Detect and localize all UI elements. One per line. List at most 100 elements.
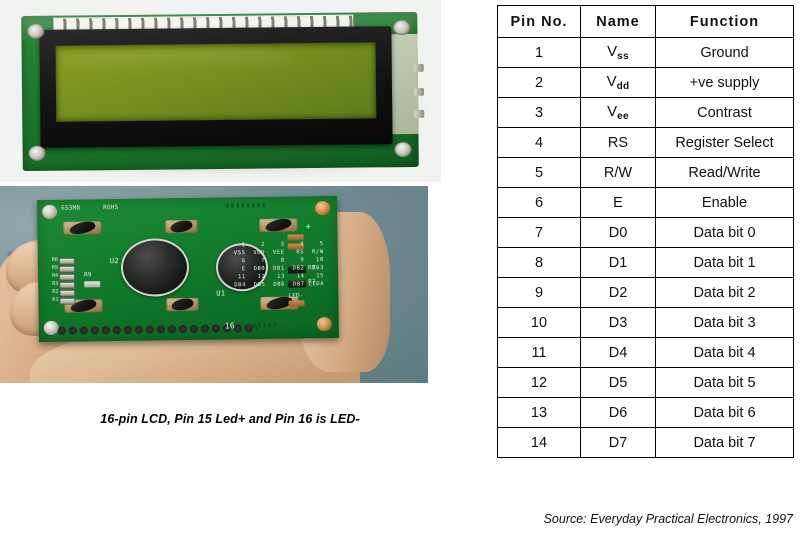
cell-pin-name: D5 xyxy=(580,367,656,398)
cell-pin-name: D7 xyxy=(580,427,656,458)
resistor-label-r6: R6 xyxy=(51,256,58,263)
column-header-pin-no: Pin No. xyxy=(497,5,581,38)
pinout-table-container: Pin No. Name Function 1 Vss Ground 2 Vdd +ve … xyxy=(497,5,794,458)
chip-label-u2: U2 xyxy=(109,256,119,266)
table-row: 6 E Enable xyxy=(497,187,794,218)
cell-pin-number: 14 xyxy=(497,427,581,458)
cell-pin-number: 1 xyxy=(497,37,581,68)
lcd-screen xyxy=(55,42,377,122)
resistor-label-r5: R5 xyxy=(51,264,59,271)
silkscreen-marking: 653M8 xyxy=(61,204,81,212)
cell-pin-name: Vss xyxy=(580,37,656,68)
resistor-label-r3: R3 xyxy=(52,280,59,287)
mounting-hole-top-left xyxy=(27,23,45,40)
silkscreen-pin-map: 1 2 3 4 5 VSS VDD VEE RS R/W 6 7 8 9 10 … xyxy=(233,241,325,289)
cell-pin-number: 10 xyxy=(497,307,581,338)
pin-name-with-subscript: Vss xyxy=(607,43,629,62)
cell-pin-number: 6 xyxy=(497,187,581,218)
source-note: Source: Everyday Practical Electronics, … xyxy=(543,512,793,526)
cell-pin-name: Vdd xyxy=(580,67,656,98)
cell-pin-number: 2 xyxy=(497,67,581,98)
pin-16-marking: 16 xyxy=(224,321,235,331)
cell-pin-name: D3 xyxy=(580,307,656,338)
mounting-hole-bottom-left xyxy=(28,145,46,162)
cell-function: Data bit 0 xyxy=(655,217,794,248)
cell-function: Read/Write xyxy=(655,157,794,188)
resistor-label-r2: R2 xyxy=(52,288,59,295)
cell-function: Ground xyxy=(655,37,794,68)
photo-caption: 16-pin LCD, Pin 15 Led+ and Pin 16 is LE… xyxy=(100,412,360,426)
solder-pad-bc xyxy=(166,295,199,313)
rear-hole-bottom-right xyxy=(316,316,332,332)
column-header-name: Name xyxy=(580,5,656,38)
lcd-bezel xyxy=(39,26,393,148)
silkscreen-part-number: ▮▮▮▮▮▮▮▮ xyxy=(225,200,267,210)
table-row: 8 D1 Data bit 1 xyxy=(497,247,794,278)
cell-function: Data bit 6 xyxy=(655,397,794,428)
cell-pin-number: 11 xyxy=(497,337,581,368)
silkscreen-bottom-text: ▮▮▮▮▮▮ xyxy=(246,320,279,330)
table-row: 7 D0 Data bit 0 xyxy=(497,217,794,248)
cell-pin-number: 5 xyxy=(497,157,581,188)
table-row: 10 D3 Data bit 3 xyxy=(497,307,794,338)
table-row: 13 D6 Data bit 6 xyxy=(497,397,794,428)
mounting-hole-bottom-right xyxy=(394,141,412,158)
led-plus-label: + xyxy=(305,222,312,233)
lcd-front-photo xyxy=(0,0,441,182)
side-pin-lower xyxy=(414,109,425,118)
smd-copper-lower xyxy=(288,300,305,307)
cell-pin-name: E xyxy=(580,187,656,218)
led-minus-label: LED- xyxy=(288,292,304,300)
mounting-hole-top-right xyxy=(393,20,411,36)
cell-pin-number: 9 xyxy=(497,277,581,308)
cell-function: Contrast xyxy=(655,97,794,128)
lcd-rear-in-hand-photo: 653M8 ROHS ▮▮▮▮▮▮▮▮ U2 U1 R6 R5 R4 R3 R2… xyxy=(0,186,428,383)
cell-pin-number: 3 xyxy=(497,97,581,128)
rear-hole-top-right xyxy=(315,201,331,216)
cell-pin-name: D6 xyxy=(580,397,656,428)
table-row: 1 Vss Ground xyxy=(497,37,794,68)
screen-gloss xyxy=(68,47,293,73)
solder-pad-tr xyxy=(259,215,298,234)
pin-name-with-subscript: Vdd xyxy=(606,73,630,92)
silkscreen-rohs: ROHS xyxy=(103,203,119,212)
cell-pin-name: D0 xyxy=(580,217,656,248)
cell-function: Data bit 5 xyxy=(655,367,794,398)
table-row: 12 D5 Data bit 5 xyxy=(497,367,794,398)
cell-pin-name: D4 xyxy=(580,337,656,368)
cell-function: Data bit 7 xyxy=(655,427,794,458)
column-header-function: Function xyxy=(655,5,794,38)
table-row: 2 Vdd +ve supply xyxy=(497,67,794,98)
resistor-label-r9: R9 xyxy=(84,271,92,279)
cob-chip-u2 xyxy=(120,237,190,297)
cell-pin-name: Vee xyxy=(580,97,656,128)
photo-column: 653M8 ROHS ▮▮▮▮▮▮▮▮ U2 U1 R6 R5 R4 R3 R2… xyxy=(0,0,490,540)
resistor-r9-body xyxy=(84,281,101,288)
cell-pin-number: 13 xyxy=(497,397,581,428)
cell-function: Data bit 1 xyxy=(655,247,794,278)
cell-pin-number: 8 xyxy=(497,247,581,278)
rear-hole-top-left xyxy=(42,204,58,220)
side-pin-upper xyxy=(413,63,424,72)
pin-name-subscript: ss xyxy=(617,50,629,62)
lcd-front-pcb xyxy=(21,11,425,172)
cell-pin-name: R/W xyxy=(580,157,656,188)
cell-pin-number: 4 xyxy=(497,127,581,158)
pcb-right-strip xyxy=(391,33,419,135)
solder-pad-tl xyxy=(63,218,102,237)
pin-name-subscript: dd xyxy=(616,80,630,92)
table-row: 11 D4 Data bit 4 xyxy=(497,337,794,368)
cell-function: +ve supply xyxy=(655,67,794,98)
cell-function: Data bit 2 xyxy=(655,277,794,308)
side-pin-mid xyxy=(413,87,425,96)
cell-function: Data bit 3 xyxy=(655,307,794,338)
resistor-label-r4: R4 xyxy=(52,272,59,279)
table-row: 9 D2 Data bit 2 xyxy=(497,277,794,308)
table-row: 5 R/W Read/Write xyxy=(497,157,794,188)
cell-pin-name: D1 xyxy=(580,247,656,278)
cell-function: Enable xyxy=(655,187,794,218)
table-row: 4 RS Register Select xyxy=(497,127,794,158)
table-row: 3 Vee Contrast xyxy=(497,97,794,128)
cell-pin-number: 12 xyxy=(497,367,581,398)
cell-pin-number: 7 xyxy=(497,217,581,248)
